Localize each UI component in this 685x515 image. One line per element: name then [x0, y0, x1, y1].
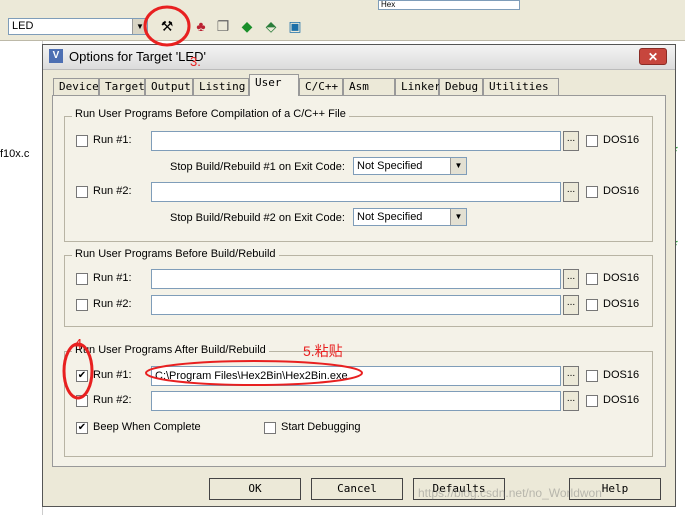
watermark: https://blog.csdn.net/no_Worldwon [418, 486, 602, 500]
annotation-step3: 3. [190, 54, 201, 69]
annotation-circle-path [145, 360, 363, 386]
annotation-step4: 4 [74, 336, 83, 353]
annotation-overlay [62, 5, 363, 400]
annotation-circle-toolbar [143, 5, 191, 47]
tab-user[interactable]: User [249, 74, 299, 96]
annotation-step5: 5.粘贴 [303, 343, 343, 359]
